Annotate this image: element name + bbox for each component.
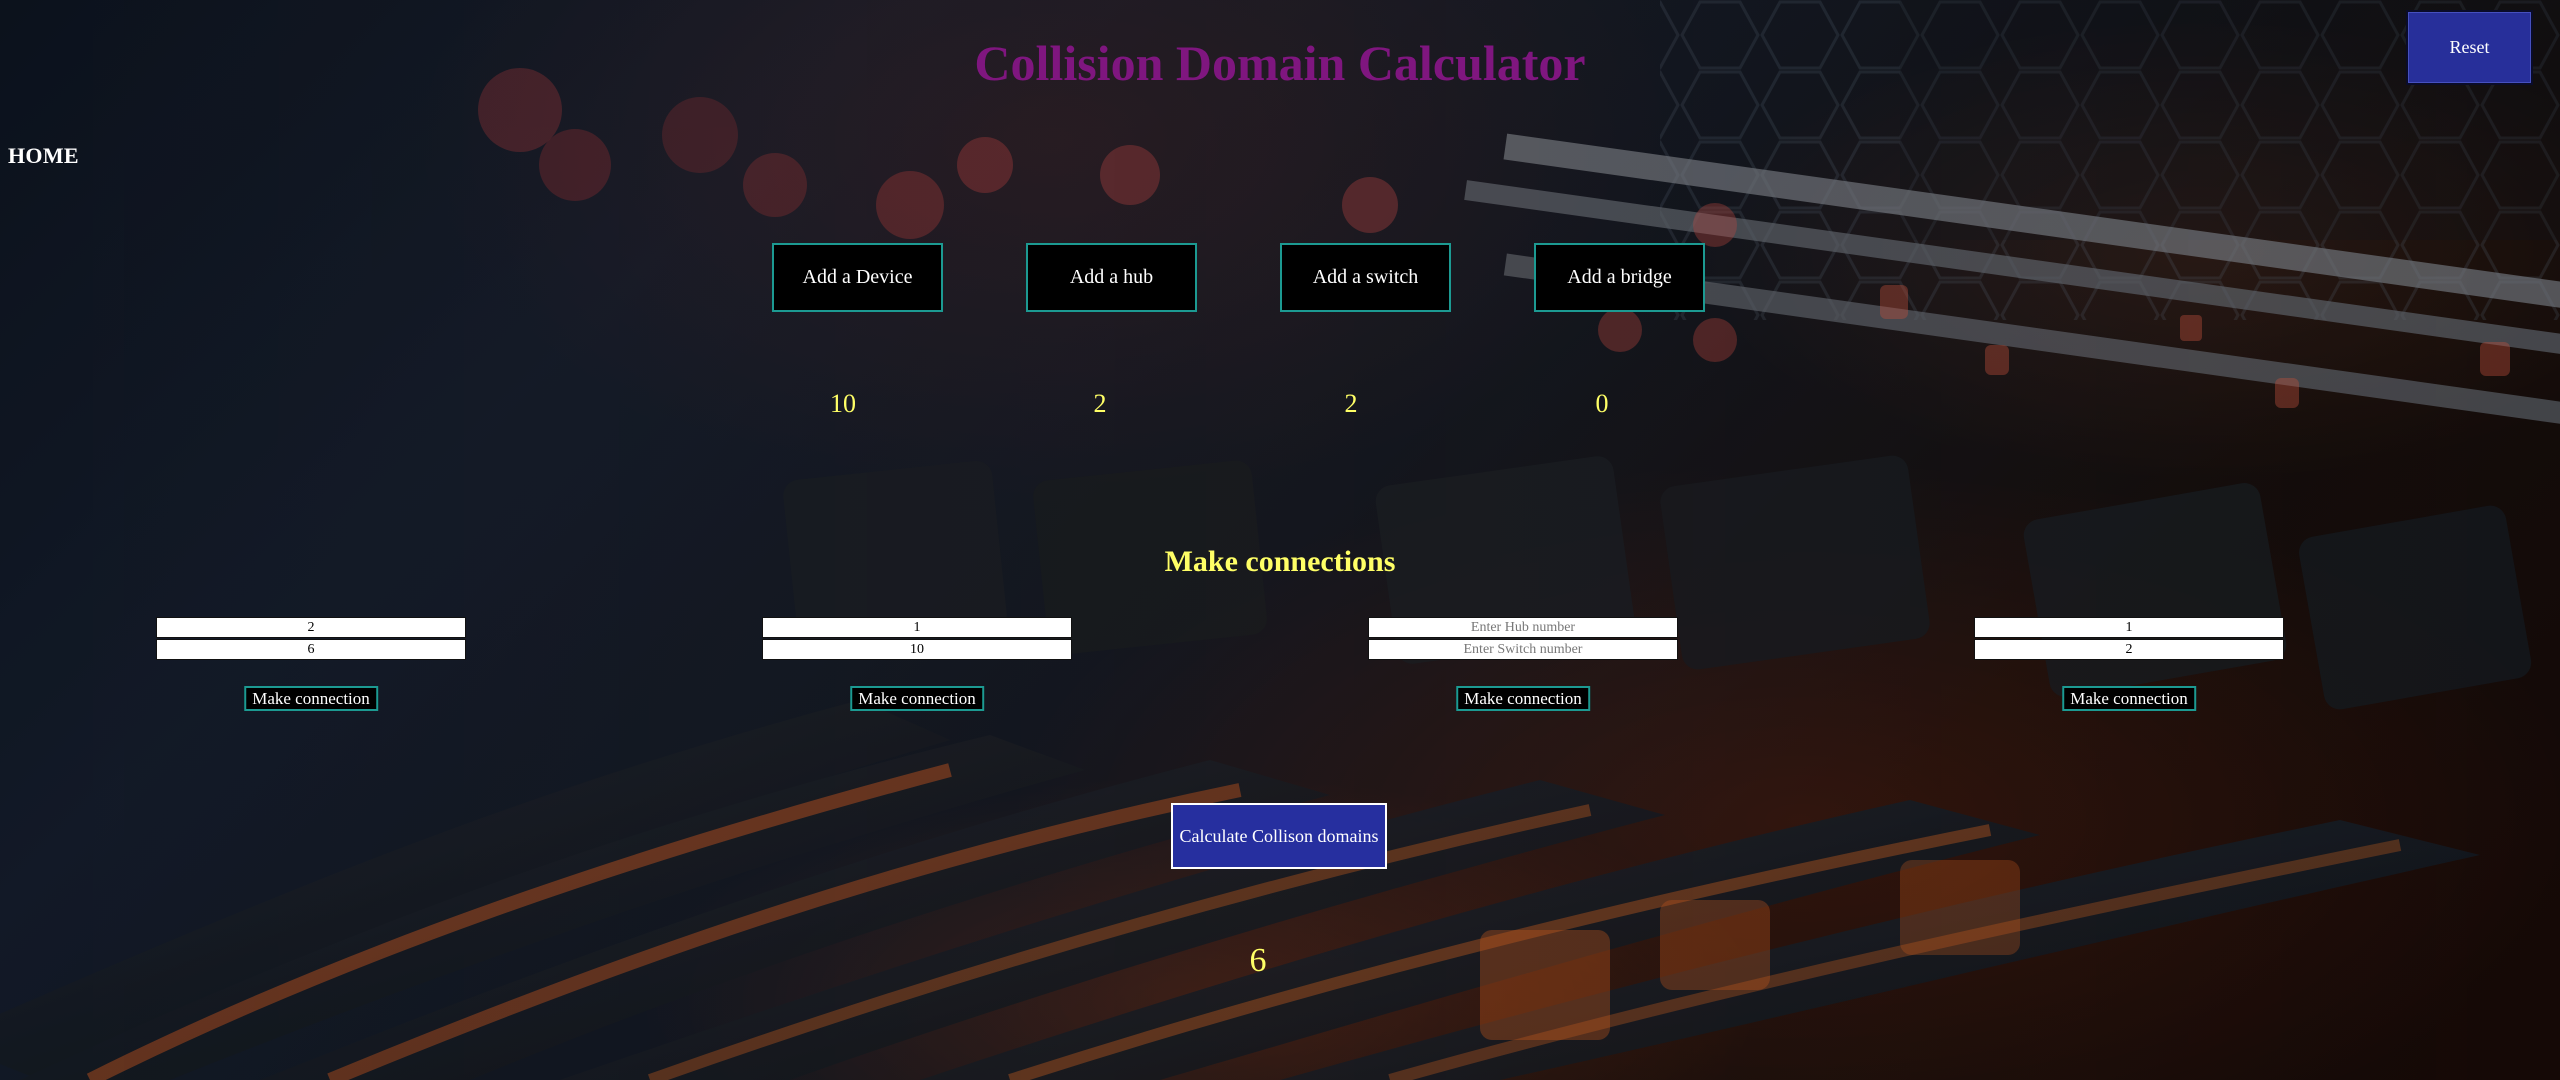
switch-count: 2 [1344, 389, 1358, 418]
connection-group-3: Make connection [1368, 617, 1678, 711]
make-connection-button-4[interactable]: Make connection [2062, 686, 2196, 711]
connection-group-1: Make connection [156, 617, 466, 711]
connection-input-2a[interactable] [762, 617, 1072, 638]
connection-input-1a[interactable] [156, 617, 466, 638]
device-count: 10 [830, 389, 856, 418]
bridge-count: 0 [1595, 389, 1609, 418]
make-connection-button-3[interactable]: Make connection [1456, 686, 1590, 711]
add-device-button[interactable]: Add a Device [772, 243, 943, 312]
add-switch-button[interactable]: Add a switch [1280, 243, 1451, 312]
connection-input-4b[interactable] [1974, 639, 2284, 660]
make-connections-heading: Make connections [1164, 545, 1396, 578]
page-title: Collision Domain Calculator [974, 35, 1586, 91]
switch-number-input[interactable] [1368, 639, 1678, 660]
hub-count: 2 [1093, 389, 1107, 418]
network-background [0, 0, 2560, 1080]
home-link[interactable]: HOME [8, 143, 79, 169]
connection-group-4: Make connection [1974, 617, 2284, 711]
add-hub-button[interactable]: Add a hub [1026, 243, 1197, 312]
connection-input-1b[interactable] [156, 639, 466, 660]
collision-domain-result: 6 [1249, 942, 1267, 979]
add-bridge-button[interactable]: Add a bridge [1534, 243, 1705, 312]
reset-button[interactable]: Reset [2406, 10, 2533, 85]
hub-number-input[interactable] [1368, 617, 1678, 638]
connection-input-4a[interactable] [1974, 617, 2284, 638]
calculate-collision-domains-button[interactable]: Calculate Collison domains [1171, 803, 1387, 869]
make-connection-button-1[interactable]: Make connection [244, 686, 378, 711]
connection-group-2: Make connection [762, 617, 1072, 711]
make-connection-button-2[interactable]: Make connection [850, 686, 984, 711]
connection-input-2b[interactable] [762, 639, 1072, 660]
